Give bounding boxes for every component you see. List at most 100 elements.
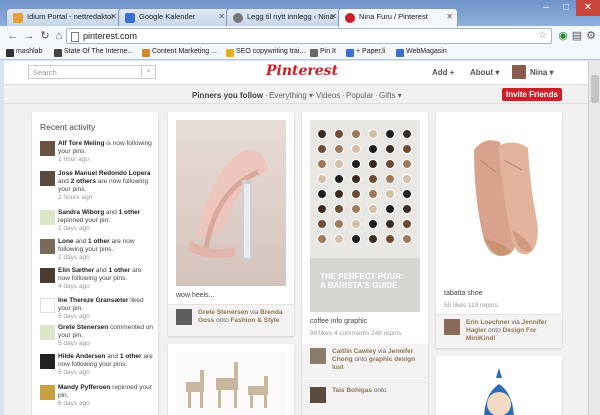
search-icon[interactable]: ⌕ <box>141 66 155 78</box>
recent-activity-title: Recent activity <box>40 122 96 132</box>
activity-user[interactable]: Alf Tore Meling <box>58 140 104 147</box>
pin-image-figure[interactable] <box>444 364 554 415</box>
pin-user-link[interactable]: Erin Loechner <box>466 319 510 326</box>
nav-popular[interactable]: Popular <box>346 91 374 100</box>
pin-stats: 55 likes 119 repins <box>444 302 498 309</box>
coffee-cup-icon <box>351 159 361 169</box>
activity-user[interactable]: Mandy Pyfferoen <box>58 384 110 391</box>
pin-card-coffee[interactable]: THE PERFECT POUR: A BARISTA'S GUIDE coff… <box>302 112 428 344</box>
nav-pinners-you-follow[interactable]: Pinners you follow <box>192 91 263 100</box>
star-icon[interactable]: ☆ <box>538 30 547 41</box>
maximize-icon[interactable]: □ <box>556 0 576 16</box>
activity-others[interactable]: 1 other <box>120 353 142 360</box>
coffee-cup-icon <box>402 204 412 214</box>
onto-word: onto <box>216 317 229 324</box>
pin-image-shoe[interactable] <box>444 120 554 276</box>
close-tab-icon[interactable]: ✕ <box>330 12 337 21</box>
page-menu-icon[interactable]: ▤ <box>570 29 584 43</box>
coffee-cup-icon <box>385 189 395 199</box>
coffee-cup-icon <box>334 174 344 184</box>
activity-user[interactable]: Ine Thereze Gransæter <box>58 297 128 304</box>
activity-item[interactable]: Elin Sæther and 1 other are now followin… <box>40 267 154 291</box>
close-tab-icon[interactable]: ✕ <box>110 12 117 21</box>
user-menu[interactable]: Nina ▾ <box>530 68 554 77</box>
extension-icon[interactable]: ◉ <box>556 29 570 43</box>
coffee-cup-icon <box>317 129 327 139</box>
close-tab-icon[interactable]: ✕ <box>446 12 453 21</box>
pin-card-animals[interactable] <box>168 344 294 415</box>
activity-others[interactable]: 2 others <box>71 178 96 185</box>
pinterest-logo[interactable]: Pinterest <box>266 63 338 79</box>
bookmark-icon <box>310 49 318 57</box>
pin-image-heels[interactable] <box>176 120 286 286</box>
wrench-icon[interactable]: ⚙ <box>584 29 598 43</box>
bookmark-mashlab[interactable]: mashlab <box>6 48 42 57</box>
nav-videos[interactable]: Videos <box>316 91 340 100</box>
coffee-cup-icon <box>368 129 378 139</box>
activity-item[interactable]: Grete Stenersen commented on your pin. 5… <box>40 324 154 348</box>
minimize-icon[interactable]: – <box>536 0 556 16</box>
page-scrollbar[interactable] <box>588 61 600 415</box>
activity-item[interactable]: Mandy Pyfferoen repinned your pin. 6 day… <box>40 384 154 408</box>
activity-item[interactable]: Alf Tore Meling is now following your pi… <box>40 140 154 164</box>
search-input[interactable]: Search ⌕ <box>28 65 156 79</box>
nav-everything[interactable]: Everything ▾ <box>269 91 313 100</box>
activity-item[interactable]: Lone and 1 other are now following your … <box>40 238 154 262</box>
back-icon[interactable]: ← <box>6 29 20 43</box>
coffee-cup-icon <box>351 204 361 214</box>
bookmark-content-marketing[interactable]: Content Marketing ... <box>142 48 217 57</box>
bookmark-seo-copywriting[interactable]: SEO copywriting trai... <box>226 48 305 57</box>
pin-user-link[interactable]: Caitlin Cawley <box>332 348 376 355</box>
bookmark-pin-it[interactable]: Pin It <box>310 48 336 57</box>
activity-item[interactable]: Hilde Andersen and 1 other are now follo… <box>40 353 154 377</box>
activity-time: 1 hour ago <box>58 156 90 163</box>
activity-time: 5 days ago <box>58 313 90 320</box>
activity-item[interactable]: Ine Thereze Gransæter liked your pin. 5 … <box>40 297 154 321</box>
avatar <box>40 325 55 340</box>
tab-pinterest[interactable]: Nina Furu / Pinterest ✕ <box>338 8 458 27</box>
reload-icon[interactable]: ↻ <box>38 29 52 43</box>
bookmark-label: + Paper.li <box>356 48 386 55</box>
bookmark-state-of-internet[interactable]: State Of The Interne... <box>54 48 133 57</box>
tab-wordpress[interactable]: Legg til nytt innlegg ‹ Nina ✕ <box>226 8 342 26</box>
tab-idium[interactable]: Idium Portal - nettredaktor ✕ <box>6 8 122 26</box>
pin-card-shoe[interactable]: tabatta shoe 55 likes 119 repins Erin Lo… <box>436 112 562 348</box>
activity-text: and <box>105 353 120 360</box>
close-tab-icon[interactable]: ✕ <box>218 12 225 21</box>
close-window-icon[interactable]: ✕ <box>576 0 600 16</box>
scrollbar-thumb[interactable] <box>591 75 599 103</box>
activity-others[interactable]: 1 other <box>88 238 110 245</box>
pin-card-figure[interactable] <box>436 356 562 415</box>
bookmark-paperli[interactable]: + Paper.li <box>346 48 386 57</box>
pin-image-animals[interactable] <box>176 352 286 415</box>
about-menu[interactable]: About ▾ <box>470 68 499 77</box>
activity-text: repinned your pin. <box>58 217 111 224</box>
address-bar[interactable]: pinterest.com ☆ <box>66 28 552 44</box>
activity-user[interactable]: Jose Manuel Redondo Lopera <box>58 170 150 177</box>
pin-user-link[interactable]: Grete Stenersen <box>198 309 248 316</box>
add-menu[interactable]: Add + <box>432 68 454 77</box>
activity-others[interactable]: 1 other <box>119 209 141 216</box>
activity-user[interactable]: Hilde Andersen <box>58 353 105 360</box>
bookmark-webmagasin[interactable]: WebMagasin <box>396 48 447 57</box>
nav-gifts[interactable]: Gifts ▾ <box>379 91 402 100</box>
invite-friends-button[interactable]: Invite Friends <box>502 88 562 101</box>
activity-user[interactable]: Elin Sæther <box>58 267 94 274</box>
tab-google-calendar[interactable]: Google Kalender ✕ <box>118 8 230 26</box>
activity-item[interactable]: Sandra Wiborg and 1 other repinned your … <box>40 209 154 233</box>
pin-board-link[interactable]: Fashion & Style <box>231 317 280 324</box>
activity-others[interactable]: 1 other <box>109 267 131 274</box>
activity-user[interactable]: Sandra Wiborg <box>58 209 104 216</box>
forward-icon[interactable]: → <box>22 29 36 43</box>
home-icon[interactable]: ⌂ <box>52 29 66 43</box>
activity-text: and <box>58 178 71 185</box>
avatar[interactable] <box>512 65 526 79</box>
activity-user[interactable]: Grete Stenersen <box>58 324 108 331</box>
coffee-cup-icon <box>368 234 378 244</box>
activity-item[interactable]: Jose Manuel Redondo Lopera and 2 others … <box>40 170 154 202</box>
activity-user[interactable]: Lone <box>58 238 74 245</box>
pin-card-heels[interactable]: wow heels... Grete Stenersen via Brenda … <box>168 112 294 336</box>
bookmark-icon <box>54 49 62 57</box>
pin-user-link[interactable]: Tais Bohigas <box>332 387 372 394</box>
coffee-cup-icon <box>351 189 361 199</box>
